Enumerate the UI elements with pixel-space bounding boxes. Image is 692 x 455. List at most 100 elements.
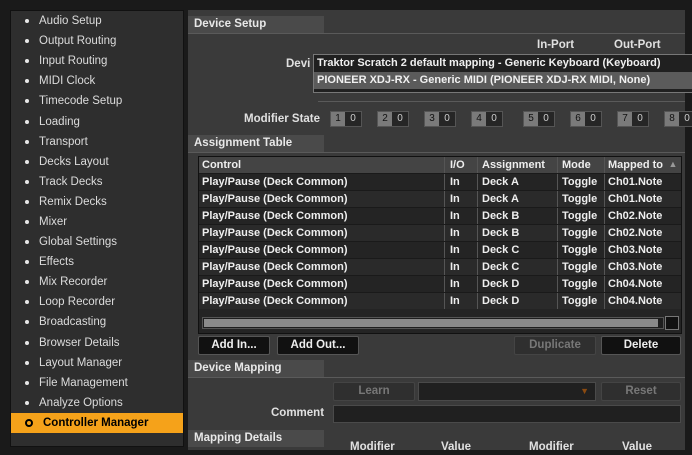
cell-mode: Toggle: [558, 191, 605, 207]
sidebar-item-file-management[interactable]: File Management: [11, 373, 183, 393]
bullet-icon: [25, 280, 29, 285]
comment-label: Comment: [271, 407, 325, 419]
mapping-select[interactable]: ▼: [418, 382, 596, 401]
sidebar-item-analyze-options[interactable]: Analyze Options: [11, 393, 183, 413]
sidebar-item-global-settings[interactable]: Global Settings: [11, 232, 183, 252]
sidebar-item-label: File Management: [39, 376, 128, 389]
sidebar-item-layout-manager[interactable]: Layout Manager: [11, 353, 183, 373]
cell-io: In: [445, 208, 478, 224]
sidebar-item-label: Output Routing: [39, 35, 117, 48]
table-row[interactable]: Play/Pause (Deck Common) In Deck D Toggle Ch…: [199, 292, 681, 309]
modifier-column-2: Modifier: [529, 441, 574, 453]
sidebar-item-decks-layout[interactable]: Decks Layout: [11, 152, 183, 172]
column-mapped-to[interactable]: Mapped to: [605, 157, 673, 173]
sidebar-item-loop-recorder[interactable]: Loop Recorder: [11, 292, 183, 312]
column-io[interactable]: I/O: [445, 157, 478, 173]
cell-assignment: Deck A: [478, 174, 558, 190]
assignment-table-header: Assignment Table: [188, 135, 324, 152]
sidebar-item-loading[interactable]: Loading: [11, 111, 183, 131]
cell-assignment: Deck B: [478, 208, 558, 224]
table-row[interactable]: Play/Pause (Deck Common) In Deck B Toggle Ch…: [199, 224, 681, 241]
sidebar-item-mixer[interactable]: Mixer: [11, 212, 183, 232]
in-port-label: In-Port: [537, 39, 575, 51]
cell-io: In: [445, 191, 478, 207]
resize-corner: [665, 316, 679, 330]
sidebar-item-midi-clock[interactable]: MIDI Clock: [11, 71, 183, 91]
modifier-2: 20: [377, 111, 409, 127]
sidebar-item-controller-manager[interactable]: Controller Manager: [11, 412, 183, 433]
section-divider: [318, 101, 685, 102]
learn-button[interactable]: Learn: [333, 382, 415, 401]
cell-io: In: [445, 225, 478, 241]
sidebar-item-mix-recorder[interactable]: Mix Recorder: [11, 272, 183, 292]
bullet-icon: [25, 39, 29, 44]
sidebar-item-broadcasting[interactable]: Broadcasting: [11, 312, 183, 332]
modifier-key: 2: [378, 112, 392, 126]
cell-control: Play/Pause (Deck Common): [199, 174, 445, 190]
column-assignment[interactable]: Assignment: [478, 157, 558, 173]
device-mapping-header: Device Mapping: [188, 360, 324, 377]
cell-io: In: [445, 276, 478, 292]
assignment-table[interactable]: Control I/O Assignment Mode Mapped to Pl…: [198, 156, 682, 334]
bullet-icon: [25, 159, 29, 164]
modifier-6: 60: [570, 111, 602, 127]
delete-button[interactable]: Delete: [601, 336, 681, 355]
table-row[interactable]: Play/Pause (Deck Common) In Deck C Toggle Ch…: [199, 258, 681, 275]
sidebar-list: Audio Setup Output Routing Input Routing MI…: [11, 11, 183, 433]
column-control[interactable]: Control: [199, 157, 445, 173]
reset-button[interactable]: Reset: [601, 382, 681, 401]
bullet-icon: [25, 199, 29, 204]
bullet-icon: [25, 400, 29, 405]
horizontal-scrollbar[interactable]: [202, 317, 664, 329]
bullet-icon: [25, 360, 29, 365]
cell-mode: Toggle: [558, 208, 605, 224]
comment-field[interactable]: [333, 405, 681, 423]
bullet-icon: [25, 119, 29, 124]
cell-io: In: [445, 242, 478, 258]
add-out-button[interactable]: Add Out...: [277, 336, 359, 355]
sidebar-item-label: Global Settings: [39, 236, 117, 249]
add-in-button[interactable]: Add In...: [198, 336, 270, 355]
sidebar-item-remix-decks[interactable]: Remix Decks: [11, 192, 183, 212]
cell-mode: Toggle: [558, 259, 605, 275]
sidebar-item-label: Remix Decks: [39, 195, 107, 208]
sidebar-item-label: Mix Recorder: [39, 276, 108, 289]
device-dropdown-list[interactable]: Traktor Scratch 2 default mapping - Gene…: [313, 54, 692, 93]
device-option-xdj-rx[interactable]: PIONEER XDJ-RX - Generic MIDI (PIONEER X…: [314, 72, 692, 89]
device-label: Devi: [286, 58, 311, 70]
sidebar-item-label: Input Routing: [39, 55, 108, 68]
column-mode[interactable]: Mode: [558, 157, 605, 173]
bullet-icon: [25, 380, 29, 385]
table-row[interactable]: Play/Pause (Deck Common) In Deck C Toggle Ch…: [199, 241, 681, 258]
cell-mapped-to: Ch03.Note: [608, 244, 663, 256]
modifier-state-label: Modifier State: [244, 113, 321, 125]
sidebar-item-browser-details[interactable]: Browser Details: [11, 333, 183, 353]
sidebar-item-label: MIDI Clock: [39, 75, 96, 88]
cell-io: In: [445, 293, 478, 309]
sidebar-item-timecode-setup[interactable]: Timecode Setup: [11, 91, 183, 111]
sidebar-item-label: Layout Manager: [39, 356, 123, 369]
device-option-keyboard[interactable]: Traktor Scratch 2 default mapping - Gene…: [314, 55, 692, 72]
table-row[interactable]: Play/Pause (Deck Common) In Deck A Toggle Ch…: [199, 173, 681, 190]
sidebar-item-output-routing[interactable]: Output Routing: [11, 31, 183, 51]
scroll-up-icon[interactable]: ▲: [668, 159, 678, 169]
sidebar-item-audio-setup[interactable]: Audio Setup: [11, 11, 183, 31]
scrollbar-thumb[interactable]: [204, 319, 658, 327]
duplicate-button[interactable]: Duplicate: [514, 336, 596, 355]
modifier-7: 70: [617, 111, 649, 127]
bullet-icon: [25, 79, 29, 84]
sidebar-item-input-routing[interactable]: Input Routing: [11, 51, 183, 71]
sidebar-item-effects[interactable]: Effects: [11, 252, 183, 272]
cell-assignment: Deck D: [478, 293, 558, 309]
table-body: Play/Pause (Deck Common) In Deck A Toggle Ch…: [199, 173, 681, 309]
modifier-state-row: 10 20 30 40 50 60 70 80: [330, 111, 692, 127]
sidebar-item-label: Timecode Setup: [39, 95, 123, 108]
sidebar-item-transport[interactable]: Transport: [11, 132, 183, 152]
modifier-8: 80: [664, 111, 692, 127]
bullet-icon: [25, 59, 29, 64]
table-row[interactable]: Play/Pause (Deck Common) In Deck D Toggle Ch…: [199, 275, 681, 292]
table-row[interactable]: Play/Pause (Deck Common) In Deck A Toggle Ch…: [199, 190, 681, 207]
sidebar-item-track-decks[interactable]: Track Decks: [11, 172, 183, 192]
table-row[interactable]: Play/Pause (Deck Common) In Deck B Toggle Ch…: [199, 207, 681, 224]
bullet-icon: [25, 240, 29, 245]
